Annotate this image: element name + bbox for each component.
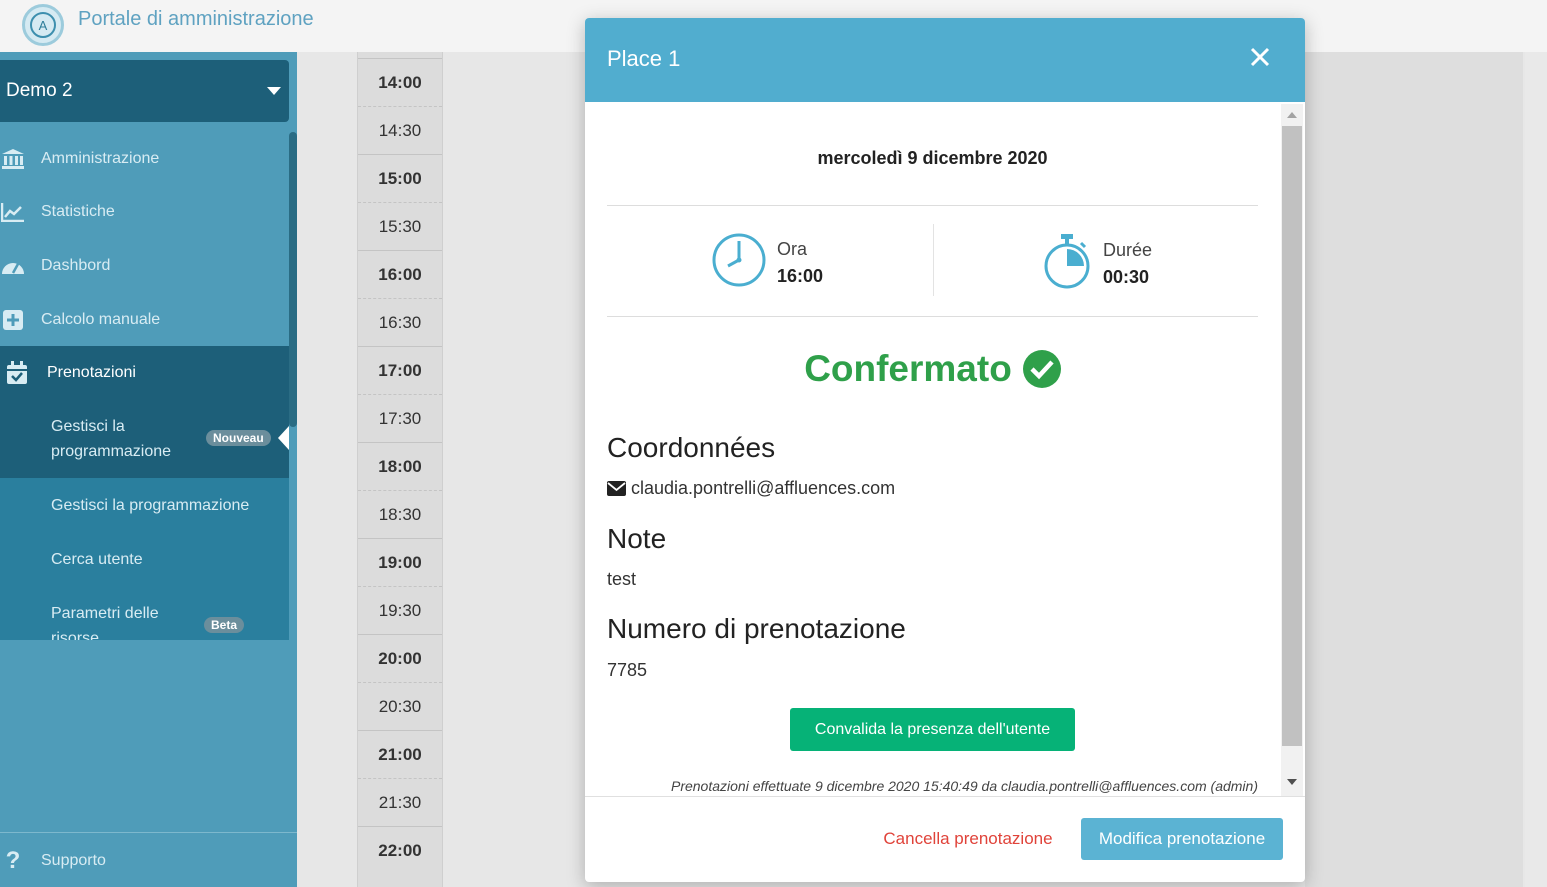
close-icon[interactable] — [1247, 44, 1273, 70]
note-title: Note — [607, 523, 667, 554]
duration-info-text: Durée 00:30 — [1103, 240, 1152, 288]
check-circle-icon — [1022, 350, 1061, 388]
reservation-footnote: Prenotazioni effettuate 9 dicembre 2020 … — [670, 778, 1258, 794]
note-text: test — [607, 569, 637, 589]
time-slot: 20:00 — [358, 634, 442, 682]
contact-email: claudia.pontrelli@affluences.com — [607, 478, 895, 499]
site-selector[interactable]: Demo 2 — [0, 60, 289, 122]
sidebar-item-label: Dashbord — [41, 257, 111, 274]
sidebar-scrollbar[interactable] — [289, 132, 297, 427]
scroll-down-icon[interactable] — [1287, 779, 1297, 785]
scroll-up-icon[interactable] — [1287, 112, 1297, 118]
sidebar-item-calcolo-manuale[interactable]: Calcolo manuale — [0, 293, 289, 347]
bank-icon — [0, 147, 26, 171]
time-slot: 18:30 — [358, 490, 442, 538]
question-icon: ? — [5, 847, 21, 874]
app-title: Portale di amministrazione — [78, 8, 314, 30]
time-info: Ora 16:00 — [711, 232, 823, 293]
logo-letter: A — [30, 12, 56, 38]
sidebar-group-prenotazioni: Prenotazioni Gestisci la programmazione … — [0, 346, 289, 478]
envelope-icon — [607, 481, 626, 496]
divider — [607, 205, 1258, 206]
sidebar-item-statistiche[interactable]: Statistiche — [0, 185, 289, 239]
modal-scrollbar-thumb[interactable] — [1282, 126, 1302, 746]
sidebar-subitem-parametri-wrap: Parametri delle risorse — [51, 601, 201, 640]
time-value: 16:00 — [777, 265, 824, 286]
calendar-check-icon — [4, 361, 30, 385]
sidebar-subitem-cerca-utente[interactable]: Cerca utente — [51, 547, 143, 572]
sidebar-item-label: Statistiche — [41, 203, 115, 220]
time-slot: 16:30 — [358, 298, 442, 346]
duration-value: 00:30 — [1103, 266, 1150, 287]
stopwatch-icon — [1041, 232, 1093, 295]
duration-label: Durée — [1103, 239, 1153, 260]
active-pointer-icon — [278, 426, 289, 450]
time-slot: 22:00 — [358, 826, 442, 874]
sidebar: Demo 2 Amministrazione Statistiche Dashb… — [0, 52, 297, 887]
time-slot: 14:30 — [358, 106, 442, 154]
modal-header: Place 1 — [585, 18, 1305, 102]
time-slot: 18:00 — [358, 442, 442, 490]
divider — [607, 316, 1258, 317]
sidebar-divider — [0, 832, 297, 833]
time-slot: 17:00 — [358, 346, 442, 394]
sidebar-item-label: Prenotazioni — [47, 364, 136, 381]
site-selector-label: Demo 2 — [6, 80, 73, 101]
time-slot: 16:00 — [358, 250, 442, 298]
time-slot: 15:00 — [358, 154, 442, 202]
sidebar-item-prenotazioni[interactable]: Prenotazioni — [0, 346, 289, 400]
time-slot: 20:30 — [358, 682, 442, 730]
app-logo[interactable]: A — [22, 4, 64, 46]
chart-line-icon — [0, 200, 26, 224]
time-slot: 14:00 — [358, 58, 442, 106]
sidebar-item-supporto[interactable]: ? Supporto — [0, 847, 106, 875]
clock-icon — [711, 232, 767, 293]
time-column: 14:00 14:30 15:00 15:30 16:00 16:30 17:0… — [357, 52, 443, 887]
modify-reservation-button[interactable]: Modifica prenotazione — [1081, 818, 1283, 860]
new-badge: Nouveau — [206, 430, 271, 446]
contact-title: Coordonnées — [607, 432, 776, 463]
calendar-column-edge — [1525, 52, 1547, 887]
plus-square-icon — [0, 308, 26, 332]
reservation-modal: Place 1 mercoledì 9 dicembre 2020 Ora 16… — [585, 18, 1305, 882]
reservation-status: Confermato — [585, 348, 1281, 390]
sidebar-subitem-gestisci-nouveau[interactable]: Gestisci la programmazione — [51, 414, 201, 464]
validate-presence-button[interactable]: Convalida la presenza dell'utente — [790, 708, 1075, 751]
reservation-number-value: 7785 — [607, 660, 648, 680]
calendar-column — [1305, 52, 1523, 887]
time-slot: 19:30 — [358, 586, 442, 634]
beta-badge: Beta — [204, 617, 245, 633]
sidebar-subitem-gestisci[interactable]: Gestisci la programmazione — [51, 493, 249, 518]
time-slot: 21:00 — [358, 730, 442, 778]
info-separator — [933, 224, 934, 296]
time-label: Ora — [777, 238, 808, 259]
sidebar-item-label: Supporto — [41, 852, 106, 869]
time-info-text: Ora 16:00 — [777, 239, 823, 287]
sidebar-item-dashbord[interactable]: Dashbord — [0, 239, 289, 293]
reservation-number-title: Numero di prenotazione — [607, 613, 906, 644]
email-text: claudia.pontrelli@affluences.com — [631, 478, 896, 498]
status-text: Confermato — [804, 348, 1012, 389]
gauge-icon — [0, 254, 26, 278]
caret-down-icon — [267, 87, 281, 95]
sidebar-item-amministrazione[interactable]: Amministrazione — [0, 132, 289, 186]
footer-divider — [585, 796, 1305, 797]
sidebar-subitem-parametri[interactable]: Parametri delle risorse — [51, 601, 201, 640]
sidebar-submenu: Gestisci la programmazione Cerca utente … — [0, 478, 289, 640]
modal-title: Place 1 — [607, 46, 681, 71]
time-slot: 19:00 — [358, 538, 442, 586]
time-slot: 15:30 — [358, 202, 442, 250]
duration-info: Durée 00:30 — [1041, 232, 1152, 295]
sidebar-item-label: Calcolo manuale — [41, 311, 161, 328]
cancel-reservation-button[interactable]: Cancella prenotazione — [875, 818, 1061, 860]
time-slot: 21:30 — [358, 778, 442, 826]
reservation-date: mercoledì 9 dicembre 2020 — [817, 148, 1048, 168]
time-slot: 17:30 — [358, 394, 442, 442]
sidebar-item-label: Amministrazione — [41, 150, 160, 167]
